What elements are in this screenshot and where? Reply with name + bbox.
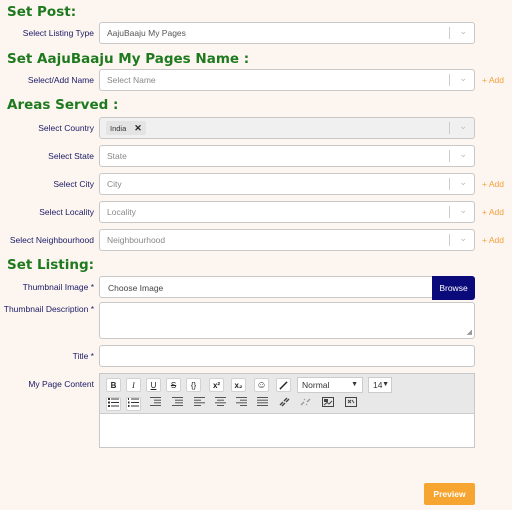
- brush-icon[interactable]: [276, 378, 291, 392]
- city-label: Select City: [53, 179, 94, 189]
- chevron-down-icon[interactable]: ⌄: [459, 73, 467, 84]
- neighbourhood-placeholder: Neighbourhood: [107, 235, 166, 245]
- thumbnail-description-textarea[interactable]: ◢: [99, 302, 475, 339]
- locality-label: Select Locality: [39, 207, 94, 217]
- country-select[interactable]: India ✕ ⌄: [99, 117, 475, 139]
- content-label: My Page Content: [28, 379, 94, 389]
- neighbourhood-select[interactable]: Neighbourhood ⌄: [99, 229, 475, 251]
- add-name-row: Select/Add Name Select Name ⌄ + Add: [0, 69, 512, 91]
- unlink-icon[interactable]: [298, 397, 313, 411]
- country-tag: India ✕: [106, 121, 146, 135]
- chevron-down-icon[interactable]: ⌄: [459, 149, 467, 160]
- chevron-down-icon[interactable]: ⌄: [459, 205, 467, 216]
- state-row: Select State State ⌄: [0, 145, 512, 167]
- thumbnail-description-label: Thumbnail Description *: [3, 304, 94, 314]
- country-row: Select Country India ✕ ⌄: [0, 117, 512, 139]
- add-locality-link[interactable]: + Add: [482, 201, 504, 223]
- format-dropdown[interactable]: Normal ▼: [297, 377, 363, 393]
- align-center-icon[interactable]: [213, 397, 228, 411]
- add-city-link[interactable]: + Add: [482, 173, 504, 195]
- select-separator: [449, 74, 450, 86]
- section-title-areas-served: Areas Served :: [7, 97, 119, 113]
- outdent-icon[interactable]: [148, 397, 163, 411]
- superscript-button[interactable]: x²: [209, 378, 224, 392]
- chevron-down-icon[interactable]: ⌄: [459, 233, 467, 244]
- bullet-list-icon[interactable]: [106, 397, 121, 411]
- align-justify-icon[interactable]: [255, 397, 270, 411]
- caret-down-icon: ▼: [382, 381, 389, 388]
- state-label: Select State: [48, 151, 94, 161]
- listing-type-select[interactable]: AajuBaaju My Pages ⌄: [99, 22, 475, 44]
- locality-select[interactable]: Locality ⌄: [99, 201, 475, 223]
- close-icon[interactable]: ✕: [134, 123, 142, 133]
- content-editor[interactable]: B I U S {} x² x₂ ☺ Normal ▼ 14 ▼: [99, 373, 475, 448]
- select-separator: [449, 178, 450, 190]
- city-placeholder: City: [107, 179, 122, 189]
- code-button[interactable]: {}: [186, 378, 201, 392]
- chevron-down-icon[interactable]: ⌄: [459, 177, 467, 188]
- add-name-placeholder: Select Name: [107, 75, 156, 85]
- add-name-label: Select/Add Name: [27, 75, 94, 85]
- title-input[interactable]: [99, 345, 475, 367]
- select-separator: [449, 27, 450, 39]
- listing-type-row: Select Listing Type AajuBaaju My Pages ⌄: [0, 22, 512, 44]
- numbered-list-icon[interactable]: [126, 397, 141, 411]
- strikethrough-button[interactable]: S: [166, 378, 181, 392]
- city-select[interactable]: City ⌄: [99, 173, 475, 195]
- indent-icon[interactable]: [170, 397, 185, 411]
- select-separator: [449, 206, 450, 218]
- neighbourhood-row: Select Neighbourhood Neighbourhood ⌄ + A…: [0, 229, 512, 251]
- resize-handle-icon[interactable]: ◢: [467, 328, 472, 336]
- chevron-down-icon[interactable]: ⌄: [459, 26, 467, 37]
- listing-type-label: Select Listing Type: [22, 28, 94, 38]
- font-size-dropdown[interactable]: 14 ▼: [368, 377, 392, 393]
- country-tag-label: India: [110, 124, 127, 133]
- emoji-icon[interactable]: ☺: [254, 378, 269, 392]
- select-separator: [449, 234, 450, 246]
- add-name-link[interactable]: + Add: [482, 69, 504, 91]
- select-separator: [449, 150, 450, 162]
- add-neighbourhood-link[interactable]: + Add: [482, 229, 504, 251]
- thumbnail-image-input[interactable]: Choose Image Browse: [99, 276, 475, 300]
- browse-button[interactable]: Browse: [432, 276, 475, 300]
- country-label: Select Country: [38, 123, 94, 133]
- format-value: Normal: [302, 380, 330, 390]
- state-select[interactable]: State ⌄: [99, 145, 475, 167]
- locality-placeholder: Locality: [107, 207, 136, 217]
- listing-type-value: AajuBaaju My Pages: [107, 28, 186, 38]
- caret-down-icon: ▼: [351, 381, 358, 388]
- link-icon[interactable]: [277, 397, 292, 411]
- bold-button[interactable]: B: [106, 378, 121, 392]
- preview-button[interactable]: Preview: [424, 483, 475, 505]
- font-size-value: 14: [373, 380, 383, 390]
- align-right-icon[interactable]: [234, 397, 249, 411]
- section-title-set-listing: Set Listing:: [7, 257, 95, 273]
- image-icon[interactable]: [320, 397, 335, 411]
- chevron-down-icon[interactable]: ⌄: [459, 121, 467, 132]
- editor-toolbar: B I U S {} x² x₂ ☺ Normal ▼ 14 ▼: [100, 374, 474, 414]
- thumbnail-image-row: Thumbnail Image * Choose Image Browse: [0, 276, 512, 300]
- underline-button[interactable]: U: [146, 378, 161, 392]
- choose-image-text: Choose Image: [108, 283, 164, 293]
- section-title-set-post: Set Post:: [7, 4, 77, 20]
- align-left-icon[interactable]: [192, 397, 207, 411]
- subscript-button[interactable]: x₂: [231, 378, 246, 392]
- city-row: Select City City ⌄ + Add: [0, 173, 512, 195]
- add-name-select[interactable]: Select Name ⌄: [99, 69, 475, 91]
- italic-button[interactable]: I: [126, 378, 141, 392]
- state-placeholder: State: [107, 151, 127, 161]
- select-separator: [449, 122, 450, 134]
- section-title-pages-name: Set AajuBaaju My Pages Name :: [7, 51, 250, 67]
- title-label: Title *: [72, 351, 94, 361]
- locality-row: Select Locality Locality ⌄ + Add: [0, 201, 512, 223]
- video-icon[interactable]: [343, 397, 358, 411]
- neighbourhood-label: Select Neighbourhood: [9, 235, 94, 245]
- thumbnail-image-label: Thumbnail Image *: [22, 282, 94, 292]
